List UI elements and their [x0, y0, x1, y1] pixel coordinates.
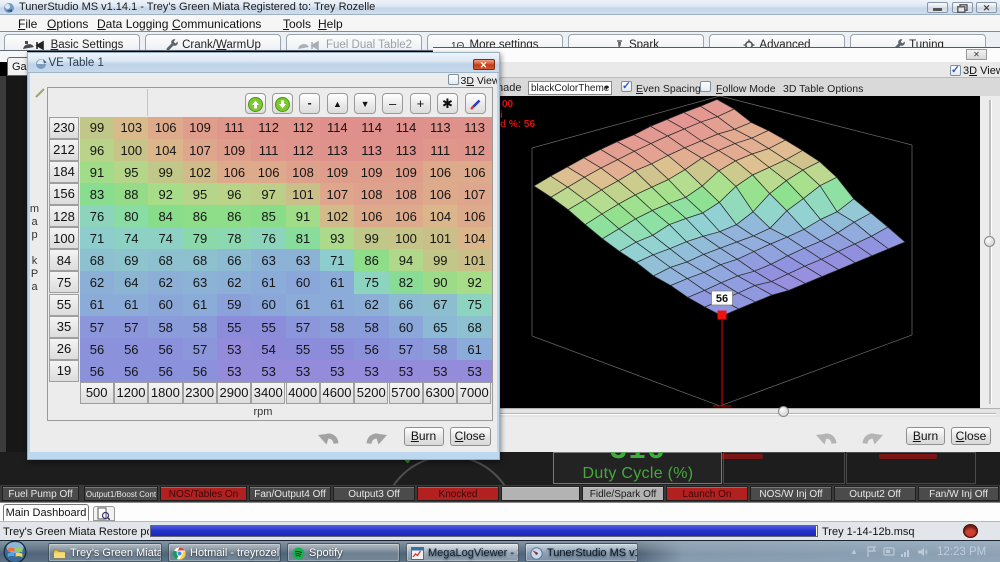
svg-text:56: 56 [716, 293, 728, 305]
